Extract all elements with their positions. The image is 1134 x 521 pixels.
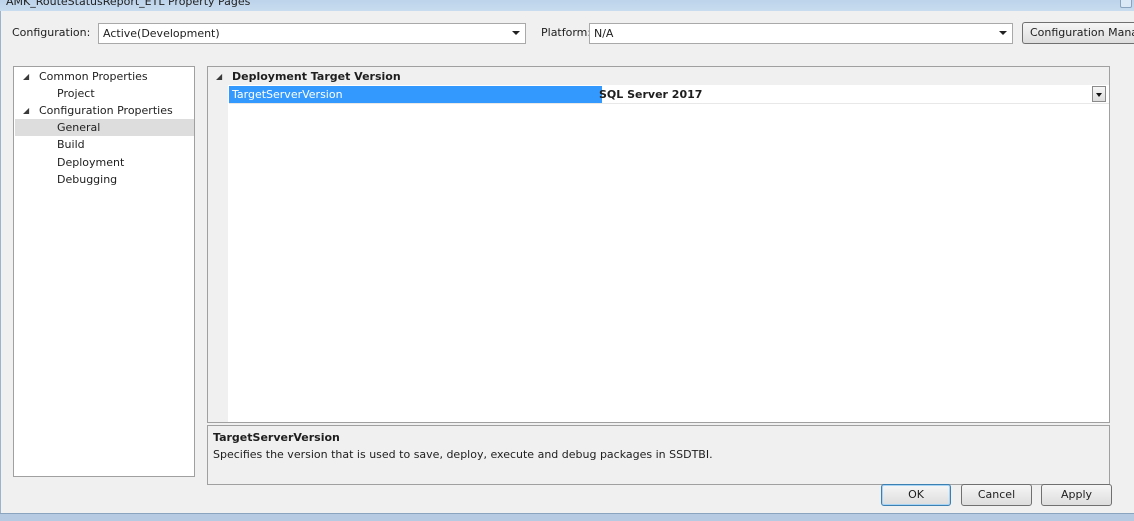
property-value-target-server-version[interactable]: SQL Server 2017 (597, 86, 1109, 103)
ok-button[interactable]: OK (881, 484, 951, 506)
category-label: Deployment Target Version (232, 70, 401, 83)
tree-item-general[interactable]: General (15, 119, 194, 136)
property-name-target-server-version[interactable]: TargetServerVersion (229, 86, 602, 103)
row-divider (229, 103, 1109, 104)
tree-item-project[interactable]: Project (57, 85, 95, 102)
apply-button[interactable]: Apply (1041, 484, 1112, 506)
description-text: Specifies the version that is used to sa… (213, 448, 713, 461)
chevron-down-icon (999, 31, 1007, 35)
title-bar: AMK_RouteStatusReport_ETL Property Pages (0, 0, 1134, 11)
configuration-label: Configuration: (12, 26, 91, 39)
collapse-triangle-icon[interactable]: ◢ (216, 72, 222, 81)
property-grid: ◢ Deployment Target Version TargetServer… (207, 66, 1110, 423)
platform-label: Platform: (541, 26, 592, 39)
configuration-select[interactable]: Active(Development) (98, 23, 526, 44)
grid-gutter (208, 67, 228, 422)
tree-item-common-properties[interactable]: Common Properties (39, 68, 148, 85)
description-panel: TargetServerVersion Specifies the versio… (207, 425, 1110, 485)
window-frame-bottom (0, 513, 1134, 521)
configuration-value: Active(Development) (103, 27, 220, 40)
description-title: TargetServerVersion (213, 431, 340, 444)
tree-item-configuration-properties[interactable]: Configuration Properties (39, 102, 173, 119)
tree-item-deployment[interactable]: Deployment (57, 154, 124, 171)
property-pages-dialog: Configuration: Active(Development) Platf… (0, 11, 1134, 513)
window-title: AMK_RouteStatusReport_ETL Property Pages (6, 0, 251, 8)
platform-select[interactable]: N/A (589, 23, 1013, 44)
platform-value: N/A (594, 27, 614, 40)
settings-tree: ◢ Common Properties Project ◢ Configurat… (13, 66, 195, 477)
configuration-manager-button[interactable]: Configuration Mana (1022, 22, 1134, 44)
tree-item-debugging[interactable]: Debugging (57, 171, 117, 188)
chevron-down-icon (1096, 93, 1102, 97)
property-dropdown-button[interactable] (1092, 86, 1106, 102)
chevron-down-icon (512, 31, 520, 35)
tree-item-build[interactable]: Build (57, 136, 85, 153)
cancel-button[interactable]: Cancel (961, 484, 1032, 506)
close-button[interactable] (1120, 0, 1132, 8)
category-row[interactable]: ◢ Deployment Target Version (208, 67, 1109, 85)
collapse-triangle-icon[interactable]: ◢ (23, 72, 29, 81)
collapse-triangle-icon[interactable]: ◢ (23, 106, 29, 115)
